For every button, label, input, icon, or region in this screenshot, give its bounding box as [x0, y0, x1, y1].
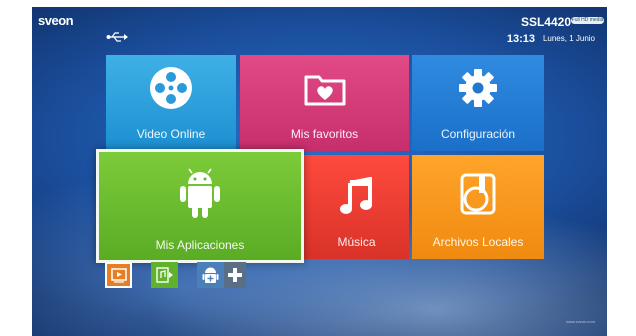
android-add-icon — [202, 267, 219, 283]
file-disc-icon — [460, 173, 496, 215]
model-badge: Full HD media — [571, 17, 604, 24]
plus-icon — [228, 268, 242, 282]
shortcut-video[interactable] — [105, 262, 132, 288]
tile-label: Mis Aplicaciones — [155, 238, 245, 252]
shortcut-add-app[interactable] — [197, 262, 224, 288]
gear-icon — [459, 69, 497, 107]
heart-folder-icon — [304, 75, 345, 106]
tile-label: Archivos Locales — [432, 235, 524, 249]
tile-label: Video Online — [136, 127, 206, 141]
clock-date: Lunes, 1 Junio — [542, 34, 595, 43]
music-file-icon — [156, 267, 173, 283]
brand-logo: sveon — [38, 13, 74, 28]
clock-time: 13:13 — [506, 33, 535, 45]
tile-archivos-locales[interactable]: Archivos Locales — [412, 155, 544, 259]
footer-url: www.sveon.com — [566, 319, 595, 324]
tile-label: Música — [337, 235, 376, 249]
film-reel-icon — [150, 67, 192, 109]
tile-video-online[interactable]: Video Online — [106, 55, 236, 151]
launcher-screen: sveon SSL4420 Full HD media 13:13 Lunes,… — [32, 7, 607, 336]
usb-icon — [106, 32, 128, 42]
video-play-icon — [111, 268, 127, 283]
tile-label: Configuración — [440, 127, 516, 141]
tile-configuracion[interactable]: Configuración — [412, 55, 544, 151]
tile-mis-aplicaciones[interactable]: Mis Aplicaciones — [96, 149, 304, 263]
device-model: SSL4420 — [520, 15, 571, 29]
shortcut-add[interactable] — [224, 262, 246, 288]
tile-label: Mis favoritos — [290, 127, 359, 141]
music-note-icon — [339, 177, 372, 214]
android-icon — [180, 168, 220, 218]
tile-mis-favoritos[interactable]: Mis favoritos — [240, 55, 409, 151]
shortcut-music[interactable] — [151, 262, 178, 288]
tile-musica[interactable]: Música — [304, 155, 409, 259]
